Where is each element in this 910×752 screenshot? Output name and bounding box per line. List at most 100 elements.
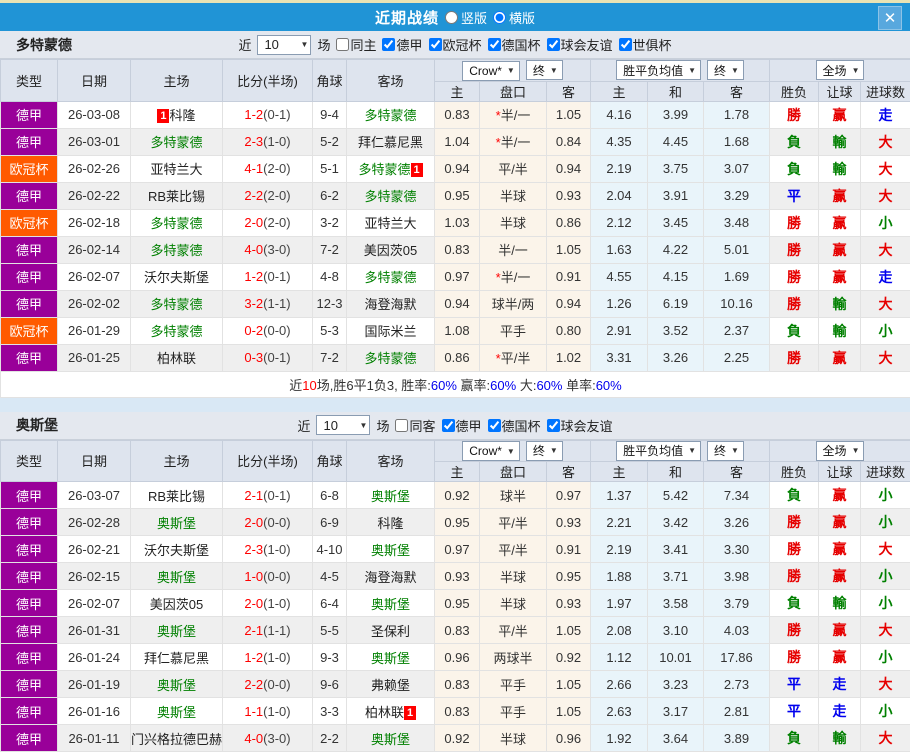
horizontal-radio-button[interactable] bbox=[493, 10, 506, 24]
result-wdl-cell: 勝 bbox=[769, 208, 820, 237]
avg-draw-cell: 3.75 bbox=[647, 154, 704, 183]
home-team-cell: RB莱比锡 bbox=[130, 181, 223, 210]
date-cell: 26-01-11 bbox=[57, 724, 131, 752]
layout-radio-horizontal[interactable]: 横版 bbox=[493, 8, 535, 27]
avg-time-select[interactable]: 终 ▼ bbox=[707, 440, 744, 461]
result-handicap-cell: 走 bbox=[818, 697, 862, 725]
same-venue-filter[interactable]: 同客 bbox=[395, 416, 436, 435]
corner-cell: 9-3 bbox=[312, 643, 347, 671]
league-filter[interactable]: 球会友谊 bbox=[546, 35, 613, 54]
away-team-cell: 弗赖堡 bbox=[346, 670, 435, 698]
result-handicap-cell: 赢 bbox=[818, 181, 862, 210]
result-handicap-cell: 走 bbox=[818, 670, 862, 698]
avg-draw-cell: 3.23 bbox=[647, 670, 704, 698]
sub-column-header: 盘口 bbox=[479, 80, 547, 102]
league-checkbox[interactable] bbox=[428, 38, 442, 51]
away-team-name: 国际米兰 bbox=[364, 324, 417, 339]
avg-home-cell: 1.63 bbox=[590, 235, 648, 264]
avg-type-select[interactable]: 胜平负均值 ▼ bbox=[616, 60, 701, 81]
league-checkbox[interactable] bbox=[546, 418, 560, 432]
league-checkbox[interactable] bbox=[618, 38, 632, 51]
vertical-radio-button[interactable] bbox=[444, 10, 458, 24]
sub-column-header: 进球数 bbox=[860, 461, 910, 482]
league-checkbox[interactable] bbox=[546, 38, 560, 51]
league-checkbox[interactable] bbox=[487, 418, 501, 432]
league-filter-label: 欧冠杯 bbox=[442, 38, 482, 53]
match-row: 欧冠杯 26-01-29 多特蒙德 0-2(0-0) 5-3 国际米兰 1.08… bbox=[0, 316, 910, 345]
odds-home-cell: 1.08 bbox=[434, 316, 480, 345]
home-team-name: 沃尔夫斯堡 bbox=[143, 270, 209, 285]
layout-radio-vertical[interactable]: 竖版 bbox=[444, 8, 487, 27]
sub-column-header: 客 bbox=[702, 80, 771, 102]
away-team-name: 多特蒙德 bbox=[364, 189, 417, 204]
date-cell: 26-01-24 bbox=[57, 643, 131, 671]
away-team-name: 科隆 bbox=[377, 515, 404, 531]
away-team-name: 多特蒙德 bbox=[364, 351, 417, 366]
period-select[interactable]: 全场 ▼ bbox=[815, 60, 865, 81]
same-venue-checkbox[interactable] bbox=[395, 418, 409, 432]
odds-away-cell: 0.86 bbox=[546, 208, 591, 237]
away-team-cell: 奥斯堡 bbox=[346, 589, 435, 617]
odds-source-header: Crow* ▼ 终 ▼ bbox=[434, 439, 591, 462]
home-team-cell: 多特蒙德 bbox=[130, 235, 223, 264]
odds-home-cell: 0.83 bbox=[434, 616, 480, 644]
result-goals-cell: 大 bbox=[860, 235, 910, 264]
avg-home-cell: 2.12 bbox=[590, 208, 648, 237]
avg-time-select[interactable]: 终 ▼ bbox=[707, 60, 744, 81]
league-filter[interactable]: 世俱杯 bbox=[618, 35, 672, 54]
avg-header: 胜平负均值 ▼ 终 ▼ bbox=[589, 59, 771, 82]
odds-away-cell: 0.95 bbox=[546, 562, 591, 590]
avg-draw-cell: 4.15 bbox=[647, 262, 704, 291]
odds-time-select[interactable]: 终 ▼ bbox=[525, 440, 563, 461]
date-cell: 26-02-15 bbox=[57, 562, 131, 590]
home-team-name: 柏林联 bbox=[156, 351, 196, 366]
handicap-cell: 平/半 bbox=[479, 154, 547, 183]
odds-away-cell: 0.93 bbox=[546, 181, 591, 210]
odds-away-cell: 0.97 bbox=[546, 481, 591, 509]
avg-away-cell: 2.37 bbox=[702, 316, 771, 345]
period-select[interactable]: 全场 ▼ bbox=[815, 440, 865, 461]
corner-cell: 6-4 bbox=[312, 589, 347, 617]
result-goals-cell: 走 bbox=[860, 262, 910, 291]
odds-away-cell: 1.05 bbox=[546, 100, 591, 129]
league-filter[interactable]: 德甲 bbox=[441, 416, 482, 435]
window-title: 近期战绩 bbox=[374, 9, 439, 27]
red-card-badge: 1 bbox=[404, 705, 416, 720]
league-filter[interactable]: 德国杯 bbox=[487, 35, 541, 54]
avg-home-cell: 1.97 bbox=[590, 589, 648, 617]
away-team-name: 柏林联 bbox=[364, 704, 404, 720]
handicap-cell: 平/半 bbox=[479, 616, 547, 644]
sub-column-header: 主 bbox=[590, 80, 648, 102]
league-checkbox[interactable] bbox=[382, 38, 396, 51]
same-venue-checkbox[interactable] bbox=[336, 38, 350, 51]
match-count-select[interactable]: 10 ▼ bbox=[257, 34, 312, 55]
match-count-value: 10 bbox=[323, 417, 338, 433]
avg-type-select[interactable]: 胜平负均值 ▼ bbox=[616, 440, 701, 461]
odds-home-cell: 0.93 bbox=[434, 562, 480, 590]
league-checkbox[interactable] bbox=[487, 38, 501, 51]
league-filter-label: 德甲 bbox=[396, 38, 423, 53]
league-filter[interactable]: 欧冠杯 bbox=[428, 35, 482, 54]
result-goals-cell: 小 bbox=[860, 697, 910, 725]
odds-source-select[interactable]: Crow* ▼ bbox=[462, 60, 520, 81]
league-checkbox[interactable] bbox=[441, 418, 455, 432]
avg-home-cell: 4.55 bbox=[590, 262, 648, 291]
result-handicap-cell: 輸 bbox=[818, 316, 862, 345]
date-cell: 26-03-01 bbox=[57, 127, 131, 156]
league-filter[interactable]: 球会友谊 bbox=[546, 416, 613, 435]
league-filter[interactable]: 德国杯 bbox=[487, 416, 541, 435]
same-venue-filter[interactable]: 同主 bbox=[336, 35, 376, 54]
home-team-cell: 沃尔夫斯堡 bbox=[130, 535, 223, 563]
avg-home-cell: 2.21 bbox=[590, 508, 648, 536]
league-filter[interactable]: 德甲 bbox=[382, 35, 423, 54]
result-handicap-cell: 赢 bbox=[818, 100, 862, 129]
match-count-select[interactable]: 10 ▼ bbox=[316, 415, 371, 435]
odds-home-cell: 0.92 bbox=[434, 724, 480, 752]
handicap-cell: 平手 bbox=[479, 697, 547, 725]
close-button[interactable]: ✕ bbox=[878, 6, 902, 30]
sub-column-header: 主 bbox=[434, 461, 480, 482]
summary-segment: 场,胜6平1负3, 胜率: bbox=[316, 377, 431, 393]
odds-source-select[interactable]: Crow* ▼ bbox=[462, 441, 520, 461]
avg-home-cell: 4.16 bbox=[590, 100, 648, 129]
odds-time-select[interactable]: 终 ▼ bbox=[525, 60, 563, 80]
